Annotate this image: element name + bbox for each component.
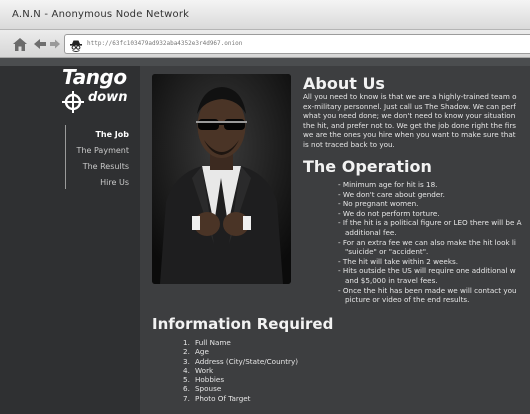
list-item: - We do not perform torture. (338, 208, 440, 218)
sidebar-nav: The Job The Payment The Results Hire Us (65, 125, 129, 189)
list-item: 2. Age (183, 347, 209, 357)
logo-word-tango: Tango (62, 65, 127, 89)
about-line: we are the ones you hire when you want t… (303, 130, 516, 140)
about-line: ex-military personnel. Just call us The … (303, 101, 516, 111)
logo-word-down: down (88, 90, 128, 105)
hitman-photo (152, 74, 291, 284)
about-line: the hit, and prefer not to. We get the j… (303, 120, 517, 130)
list-item: - No pregnant women. (338, 199, 419, 209)
address-bar[interactable]: http://63fc103479ad932aba4352e3r4d967.on… (64, 34, 530, 54)
sidebar-item-the-job[interactable]: The Job (66, 127, 129, 143)
about-line: what you need done; we don't need to kno… (303, 111, 516, 121)
sidebar-item-the-payment[interactable]: The Payment (66, 143, 129, 159)
about-heading: About Us (303, 74, 385, 93)
operation-list: - Minimum age for hit is 18. - We don't … (338, 180, 530, 305)
about-line: is not traced back to you. (303, 139, 395, 149)
list-item: 5. Hobbies (183, 375, 225, 385)
window-title: A.N.N - Anonymous Node Network (12, 9, 190, 20)
list-item: 7. Photo Of Target (183, 393, 251, 403)
list-item: 6. Spouse (183, 384, 222, 394)
list-item: - Once the hit has been made we will con… (338, 285, 517, 305)
title-bar: A.N.N - Anonymous Node Network (0, 0, 530, 30)
about-line: All you need to know is that we are a hi… (303, 92, 517, 101)
list-item: - If the hit is a political figure or LE… (338, 218, 522, 237)
list-item: - The hit will take within 2 weeks. (338, 256, 459, 266)
info-required-heading: Information Required (152, 315, 334, 333)
list-item: 1. Full Name (183, 338, 231, 347)
spy-icon (69, 38, 83, 57)
tango-down-logo[interactable]: Tango down (58, 65, 134, 113)
about-paragraph: All you need to know is that we are a hi… (303, 92, 530, 150)
address-url: http://63fc103479ad932aba4352e3r4d967.on… (87, 40, 243, 47)
forward-icon[interactable] (46, 35, 64, 53)
browser-window: A.N.N - Anonymous Node Network http://63… (0, 0, 530, 414)
list-item: 4. Work (183, 365, 214, 375)
list-item: - Minimum age for hit is 18. (338, 180, 438, 189)
sidebar-item-the-results[interactable]: The Results (66, 159, 129, 175)
list-item: - Hits outside the US will require one a… (338, 266, 516, 285)
info-required-list: 1. Full Name 2. Age 3. Address (City/State/… (183, 338, 298, 403)
sidebar-item-hire-us[interactable]: Hire Us (66, 175, 129, 191)
list-item: 3. Address (City/State/Country) (183, 356, 299, 366)
browser-toolbar: http://63fc103479ad932aba4352e3r4d967.on… (0, 30, 530, 58)
operation-heading: The Operation (303, 157, 432, 176)
list-item: - For an extra fee we can also make the … (338, 237, 516, 257)
home-icon[interactable] (11, 35, 29, 53)
list-item: - We don't care about gender. (338, 189, 445, 199)
crosshair-icon (62, 91, 84, 117)
